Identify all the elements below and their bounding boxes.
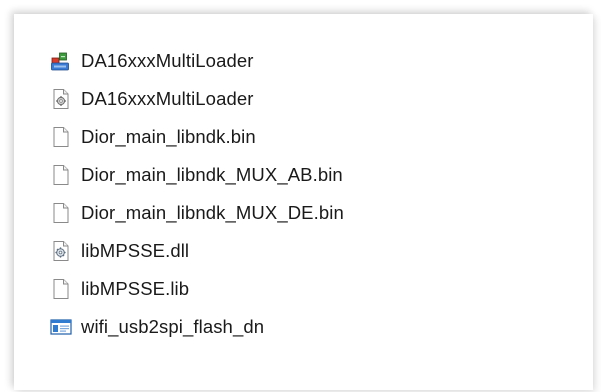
file-row-dior-main-libndk-bin[interactable]: Dior_main_libndk.bin	[50, 118, 344, 156]
file-name: Dior_main_libndk_MUX_DE.bin	[81, 202, 344, 223]
generic-file-icon	[50, 126, 72, 148]
file-row-libmpsse-dll[interactable]: libMPSSE.dll	[50, 232, 344, 270]
file-name: DA16xxxMultiLoader	[81, 88, 254, 109]
file-row-da16xxx-multiloader-config[interactable]: DA16xxxMultiLoader	[50, 80, 344, 118]
generic-file-icon	[50, 164, 72, 186]
dll-gear-file-icon	[50, 240, 72, 262]
file-row-libmpsse-lib[interactable]: libMPSSE.lib	[50, 270, 344, 308]
file-row-dior-main-libndk-mux-de-bin[interactable]: Dior_main_libndk_MUX_DE.bin	[50, 194, 344, 232]
file-list: DA16xxxMultiLoader DA16xxxMultiLoader Di…	[50, 42, 344, 346]
file-row-wifi-usb2spi-flash-dn[interactable]: wifi_usb2spi_flash_dn	[50, 308, 344, 346]
file-list-panel: DA16xxxMultiLoader DA16xxxMultiLoader Di…	[14, 14, 593, 390]
generic-file-icon	[50, 278, 72, 300]
file-name: libMPSSE.lib	[81, 278, 190, 299]
console-window-icon	[50, 316, 72, 338]
installer-app-icon	[50, 50, 72, 72]
file-name: wifi_usb2spi_flash_dn	[81, 316, 265, 337]
file-name: Dior_main_libndk_MUX_AB.bin	[81, 164, 343, 185]
config-settings-file-icon	[50, 88, 72, 110]
file-row-da16xxx-multiloader-exe[interactable]: DA16xxxMultiLoader	[50, 42, 344, 80]
file-name: Dior_main_libndk.bin	[81, 126, 256, 147]
generic-file-icon	[50, 202, 72, 224]
file-name: DA16xxxMultiLoader	[81, 50, 254, 71]
file-row-dior-main-libndk-mux-ab-bin[interactable]: Dior_main_libndk_MUX_AB.bin	[50, 156, 344, 194]
file-name: libMPSSE.dll	[81, 240, 190, 261]
